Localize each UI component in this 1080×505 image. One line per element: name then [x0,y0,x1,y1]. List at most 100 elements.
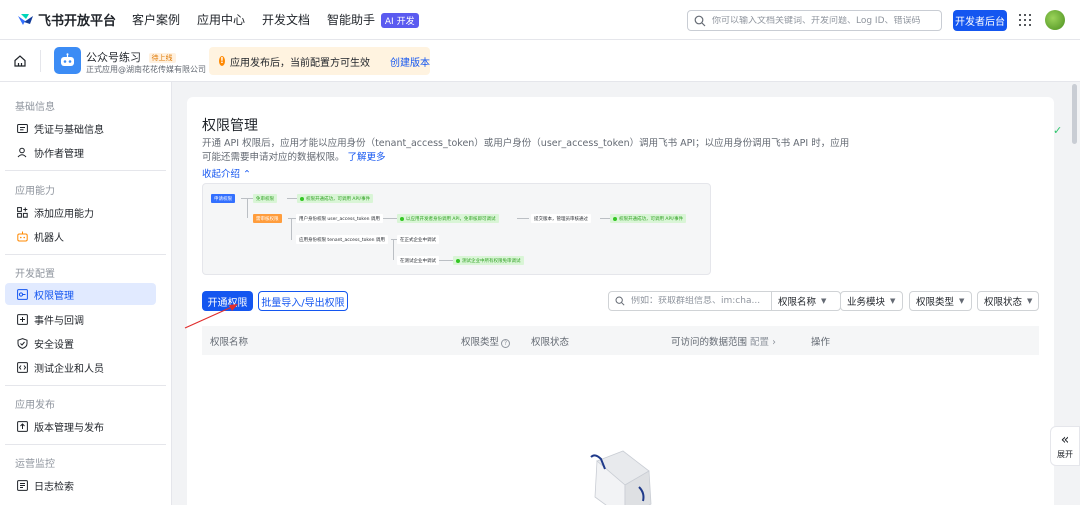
page-description: 开通 API 权限后，应用才能以应用身份（tenant_access_token… [202,137,852,165]
ai-badge: AI 开发 [380,13,419,28]
chevron-down-icon: ▼ [959,297,965,305]
filter-permission-type[interactable]: 权限类型 ▼ [909,291,972,311]
col-status: 权限状态 [531,336,570,348]
permission-flow-diagram: 申请权限 免审权限 权限开通成功，可调用 API/事件 需审核权限 用户身份权限… [202,183,711,275]
sidebar-section-dev-config: 开发配置 [15,269,55,280]
empty-state-illustration [590,450,652,505]
chevron-down-icon: ▼ [821,297,827,305]
sidebar-item-label: 事件与回调 [34,315,84,327]
sidebar-item-events[interactable]: 事件与回调 [5,308,156,330]
app-robot-icon [54,47,81,74]
avatar[interactable] [1045,10,1065,30]
home-icon[interactable] [13,54,27,68]
sidebar-item-label: 安全设置 [34,339,74,351]
batch-import-export-button[interactable]: 批量导入/导出权限 [258,291,348,311]
filter-label: 权限名称 [778,297,817,308]
diagram-review: 需审核权限 [253,214,282,223]
sidebar-item-versions[interactable]: 版本管理与发布 [5,415,156,437]
sidebar-item-label: 版本管理与发布 [34,422,104,434]
diagram-app-identity: 应用身份权限 tenant_access_token 调用 [296,235,388,244]
global-search[interactable] [687,10,942,31]
permission-search[interactable] [608,291,772,311]
sidebar-section-monitoring: 运营监控 [15,459,55,470]
sidebar-item-label: 凭证与基础信息 [34,124,104,136]
nav-assistant-label: 智能助手 [327,13,376,27]
flow-line [393,239,394,260]
app-subtitle: 正式应用@湖南花花传媒有限公司 [86,65,206,74]
feishu-logo-icon [18,13,33,25]
config-link-label: 配置 [750,336,770,348]
app-name: 公众号练习 待上线 [86,49,176,65]
red-arrow-annotation [184,304,238,329]
col-type: 权限类型? [461,334,511,348]
apps-grid-icon[interactable] [1019,14,1031,26]
global-search-input[interactable] [712,15,937,26]
nav-dev-docs[interactable]: 开发文档 [262,11,310,28]
expand-panel-button[interactable]: « 展开 [1050,426,1080,466]
sidebar-item-test-tenants[interactable]: 测试企业和人员 [5,356,156,378]
learn-more-link[interactable]: 了解更多 [348,152,386,163]
filter-business-module[interactable]: 业务模块 ▼ [840,291,903,311]
collapse-intro-link[interactable]: 收起介绍 ⌃ [202,166,251,180]
flow-line [517,218,529,219]
dev-console-button[interactable]: 开发者后台 [953,10,1007,31]
flow-line [383,218,397,219]
flow-line [439,260,453,261]
chevron-down-icon: ▼ [890,297,896,305]
diagram-free: 免审权限 [253,194,277,203]
col-actions: 操作 [811,336,831,348]
collapse-intro-label: 收起介绍 [202,169,241,180]
notice-text: 应用发布后，当前配置方可生效 [230,57,370,69]
diagram-test: 在测试企业中调试 [397,256,439,265]
app-name-text: 公众号练习 [86,51,141,64]
brand[interactable]: 飞书开放平台 [16,10,124,29]
filter-permission-status[interactable]: 权限状态 ▼ [977,291,1039,311]
diagram-user-result: 权限开通成功，可调用 API/事件 [610,214,687,223]
sidebar-item-logs[interactable]: 日志检索 [5,474,156,496]
sidebar-divider [5,254,166,255]
double-chevron-left-icon: « [1060,431,1070,448]
nav-app-center[interactable]: 应用中心 [197,11,245,28]
sidebar-divider [5,170,166,171]
config-link[interactable]: 配置 › [750,337,776,348]
success-dot-icon [300,196,304,201]
permission-search-input[interactable] [631,296,771,306]
sidebar-item-credentials[interactable]: 凭证与基础信息 [5,117,156,139]
add-grid-icon [16,206,28,218]
sidebar-item-security[interactable]: 安全设置 [5,332,156,354]
diagram-free-result: 权限开通成功，可调用 API/事件 [297,194,374,203]
chevron-down-icon: ▼ [1027,297,1033,305]
status-badge: 待上线 [148,53,176,63]
event-icon [16,313,28,325]
success-dot-icon [456,258,460,263]
app-header: 公众号练习 待上线 正式应用@湖南花花传媒有限公司 ! 应用发布后，当前配置方可… [0,40,1080,82]
user-icon [16,146,28,158]
checkmark-icon[interactable]: ✓ [1053,124,1065,137]
help-icon[interactable]: ? [501,338,511,348]
sidebar-item-label: 协作者管理 [34,148,84,160]
sidebar-item-label: 日志检索 [34,481,74,493]
sidebar-item-label: 机器人 [34,232,64,244]
shield-icon [16,337,28,349]
diagram-test-step-text: 测试企业中所有权限免审调试 [462,258,521,264]
sidebar-item-add-capability[interactable]: 添加应用能力 [5,201,156,223]
flow-line [287,198,297,199]
expand-label: 展开 [1057,449,1073,459]
filter-permission-name[interactable]: 权限名称 ▼ [771,291,841,311]
create-version-link[interactable]: 创建版本 [390,54,430,69]
sidebar-item-robot[interactable]: 机器人 [5,225,156,247]
diagram-user-step-text: 以应用开发者身份调用 API，免审核即可调试 [406,216,496,222]
scrollbar[interactable] [1072,84,1077,144]
success-dot-icon [400,216,404,221]
sidebar-section-basic: 基础信息 [15,102,55,113]
col-scope: 可访问的数据范围 配置 › [671,334,776,348]
nav-assistant[interactable]: 智能助手 AI 开发 [327,11,419,28]
sidebar-item-collaborators[interactable]: 协作者管理 [5,141,156,163]
col-scope-label: 可访问的数据范围 [671,336,748,348]
test-icon [16,361,28,373]
search-icon [694,15,706,26]
col-type-label: 权限类型 [461,336,500,348]
nav-customer-cases[interactable]: 客户案例 [132,11,180,28]
col-name: 权限名称 [210,336,249,348]
sidebar-item-permissions[interactable]: 权限管理 [5,283,156,305]
